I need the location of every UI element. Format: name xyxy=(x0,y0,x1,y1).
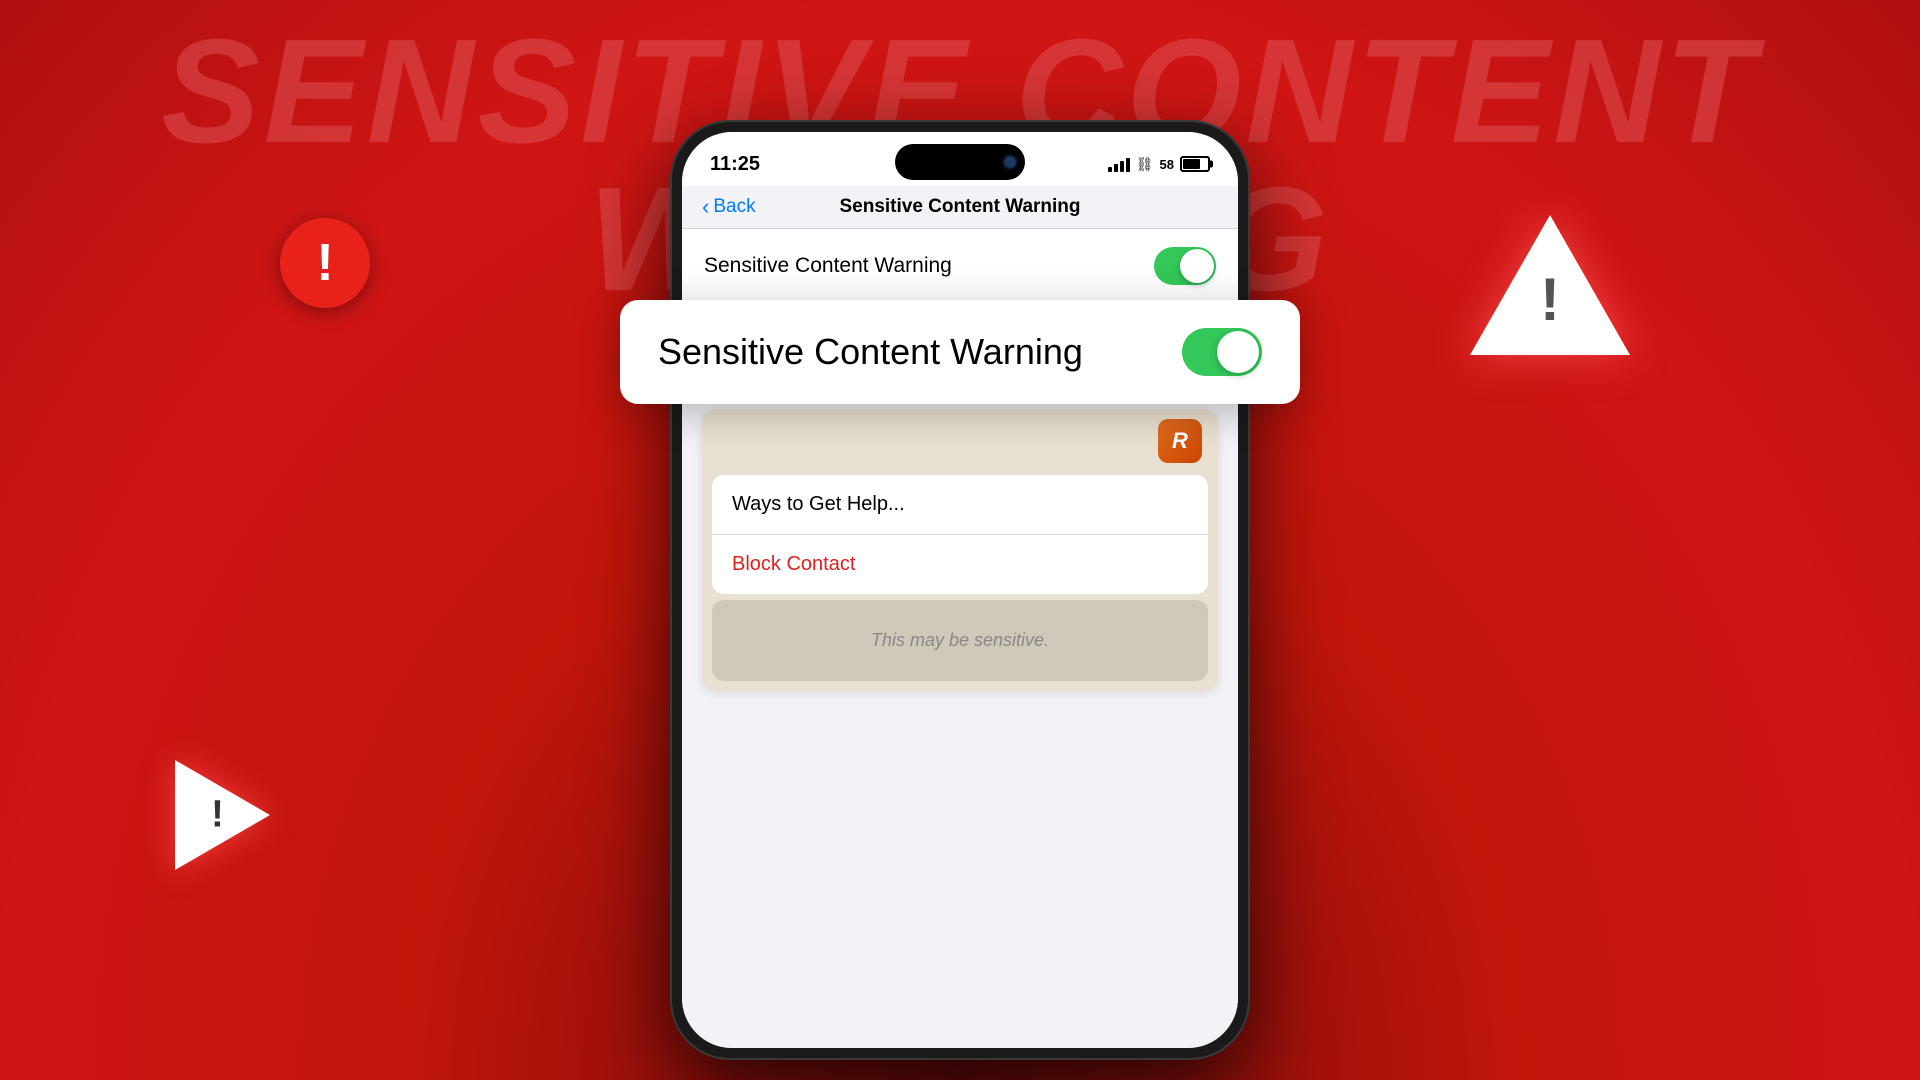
ways-to-get-help-item[interactable]: Ways to Get Help... xyxy=(712,475,1208,535)
exclamation-symbol: ! xyxy=(316,237,333,289)
block-contact-label: Block Contact xyxy=(732,553,855,575)
action-menu: Ways to Get Help... Block Contact xyxy=(712,475,1208,594)
link-icon: ⛓ xyxy=(1136,156,1154,173)
sensitive-label: This may be sensitive. xyxy=(871,630,1049,650)
dynamic-island xyxy=(895,144,1025,180)
battery-label: 58 xyxy=(1160,157,1174,172)
warning-triangle-icon: ! xyxy=(1470,215,1630,355)
status-time: 11:25 xyxy=(710,153,760,176)
block-contact-item[interactable]: Block Contact xyxy=(712,535,1208,594)
toggle-switch[interactable] xyxy=(1154,247,1216,285)
overlay-toggle-knob xyxy=(1217,331,1259,373)
nav-bar: ‹ Back Sensitive Content Warning xyxy=(682,186,1238,229)
battery-icon xyxy=(1180,156,1210,172)
phone-wrapper: 11:25 ⛓ 58 xyxy=(670,120,1250,1060)
toggle-knob xyxy=(1180,249,1214,283)
overlay-toggle-switch[interactable] xyxy=(1182,328,1262,376)
chevron-left-icon: ‹ xyxy=(702,196,709,218)
back-label: Back xyxy=(713,196,755,218)
blurred-content: This may be sensitive. xyxy=(712,600,1208,681)
phone-screen: 11:25 ⛓ 58 xyxy=(682,132,1238,1048)
action-card-header: R xyxy=(702,409,1218,469)
status-bar: 11:25 ⛓ 58 xyxy=(682,132,1238,186)
battery-fill xyxy=(1183,159,1200,169)
nav-title: Sensitive Content Warning xyxy=(839,196,1080,218)
overlay-toggle-card: Sensitive Content Warning xyxy=(620,300,1300,404)
overlay-toggle-label: Sensitive Content Warning xyxy=(658,331,1083,373)
play-triangle-icon: ! xyxy=(155,760,275,870)
phone-shell: 11:25 ⛓ 58 xyxy=(670,120,1250,1060)
camera-dot xyxy=(1005,157,1015,167)
status-icons: ⛓ 58 xyxy=(1108,156,1210,173)
ways-to-get-help-label: Ways to Get Help... xyxy=(732,493,905,515)
back-button[interactable]: ‹ Back xyxy=(702,196,756,218)
app-icon: R xyxy=(1158,419,1202,463)
action-card: R Ways to Get Help... Block Contact This… xyxy=(702,409,1218,691)
toggle-label: Sensitive Content Warning xyxy=(704,254,952,278)
exclamation-circle-icon: ! xyxy=(280,218,370,308)
signal-icon xyxy=(1108,156,1130,172)
play-exclamation: ! xyxy=(211,794,224,837)
triangle-exclamation: ! xyxy=(1540,265,1560,334)
toggle-card[interactable]: Sensitive Content Warning xyxy=(682,229,1238,303)
